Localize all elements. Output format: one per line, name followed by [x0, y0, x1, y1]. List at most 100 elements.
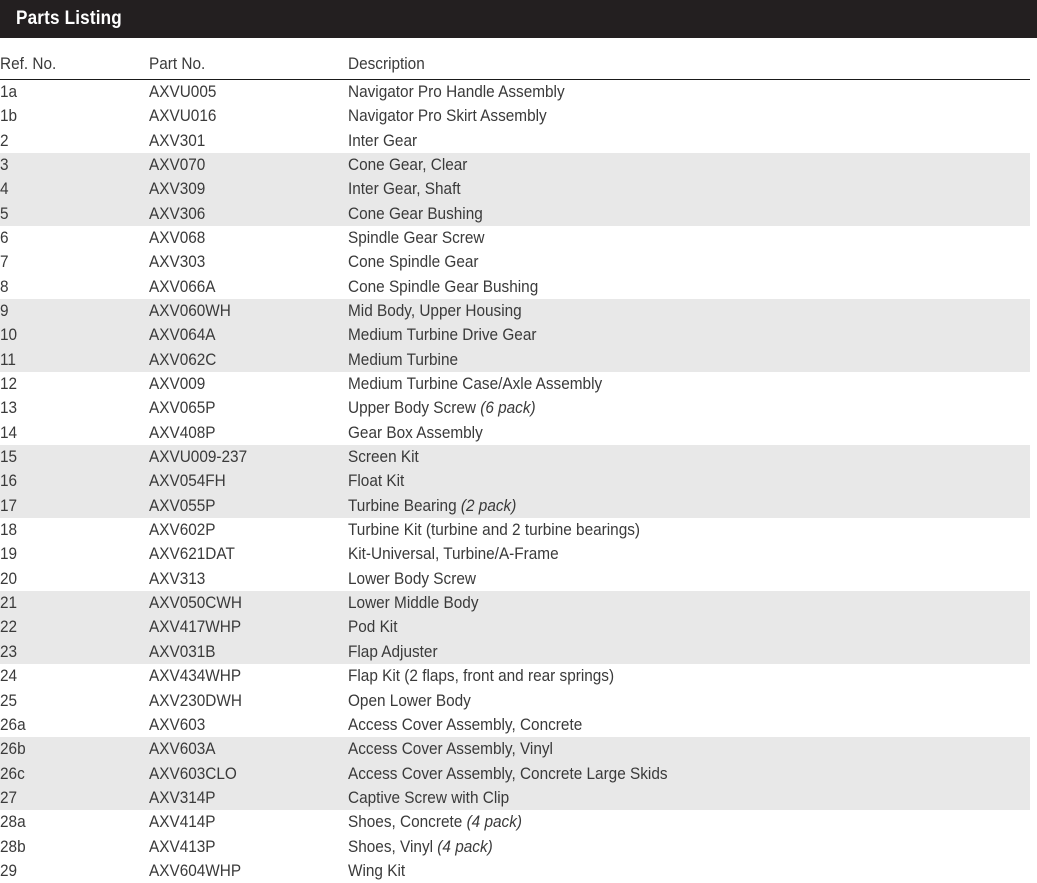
description-text: Medium Turbine	[348, 352, 458, 369]
cell-part-no: AXV009	[149, 372, 348, 396]
description-text: Gear Box Assembly	[348, 425, 483, 442]
cell-ref-no: 26c	[0, 762, 149, 786]
table-header: Ref. No. Part No. Description	[0, 38, 1030, 80]
part-no-text: AXV060WH	[149, 303, 231, 320]
part-no-text: AXV062C	[149, 352, 216, 369]
description-text: Cone Gear Bushing	[348, 206, 483, 223]
ref-no-text: 19	[0, 546, 17, 563]
cell-part-no: AXV060WH	[149, 299, 348, 323]
cell-ref-no: 7	[0, 250, 149, 274]
part-no-text: AXV414P	[149, 814, 216, 831]
cell-ref-no: 2	[0, 129, 149, 153]
cell-description: Float Kit	[348, 470, 1030, 494]
ref-no-text: 6	[0, 230, 9, 247]
cell-ref-no: 3	[0, 153, 149, 177]
cell-ref-no: 23	[0, 640, 149, 664]
cell-description: Mid Body, Upper Housing	[348, 299, 1030, 323]
description-main: Lower Body Screw	[348, 570, 476, 588]
table-row: 15AXVU009-237Screen Kit	[0, 445, 1030, 469]
cell-ref-no: 1a	[0, 80, 149, 105]
description-main: Mid Body, Upper Housing	[348, 302, 522, 320]
cell-description: Cone Spindle Gear	[348, 250, 1030, 274]
cell-description: Access Cover Assembly, Concrete Large Sk…	[348, 762, 1030, 786]
cell-description: Medium Turbine Drive Gear	[348, 323, 1030, 347]
table-row: 17AXV055PTurbine Bearing (2 pack)	[0, 494, 1030, 518]
part-no-text: AXV306	[149, 206, 205, 223]
part-no-text: AXV434WHP	[149, 668, 241, 685]
table-row: 21AXV050CWHLower Middle Body	[0, 591, 1030, 615]
cell-description: Turbine Kit (turbine and 2 turbine beari…	[348, 518, 1030, 542]
ref-no-text: 5	[0, 206, 9, 223]
table-row: 5 AXV306 Cone Gear Bushing	[0, 202, 1030, 226]
cell-description: Cone Spindle Gear Bushing	[348, 275, 1030, 299]
cell-part-no: AXV414P	[149, 810, 348, 834]
cell-description: Gear Box Assembly	[348, 421, 1030, 445]
part-no-text: AXV064A	[149, 327, 216, 344]
part-no-text: AXV314P	[149, 790, 216, 807]
table-row: 1aAXVU005 Navigator Pro Handle Assembly	[0, 80, 1030, 105]
cell-ref-no: 9	[0, 299, 149, 323]
description-main: Inter Gear	[348, 132, 417, 150]
cell-part-no: AXV070	[149, 153, 348, 177]
cell-part-no: AXV314P	[149, 786, 348, 810]
cell-ref-no: 24	[0, 664, 149, 688]
table-row: 26aAXV603Access Cover Assembly, Concrete	[0, 713, 1030, 737]
cell-part-no: AXVU005	[149, 80, 348, 105]
table-row: 1bAXVU016Navigator Pro Skirt Assembly	[0, 104, 1030, 128]
cell-ref-no: 1b	[0, 104, 149, 128]
description-text: Shoes, Vinyl (4 pack)	[348, 839, 493, 856]
description-text: Lower Body Screw	[348, 571, 476, 588]
description-text: Captive Screw with Clip	[348, 790, 509, 807]
cell-part-no: AXVU009-237	[149, 445, 348, 469]
table-row: 12AXV009Medium Turbine Case/Axle Assembl…	[0, 372, 1030, 396]
description-text: Access Cover Assembly, Concrete Large Sk…	[348, 766, 668, 783]
cell-part-no: AXV434WHP	[149, 664, 348, 688]
cell-part-no: AXV408P	[149, 421, 348, 445]
cell-part-no: AXV621DAT	[149, 543, 348, 567]
description-text: Flap Kit (2 flaps, front and rear spring…	[348, 668, 614, 685]
table-row: 27 AXV314P Captive Screw with Clip	[0, 786, 1030, 810]
table-row: 6AXV068Spindle Gear Screw	[0, 226, 1030, 250]
ref-no-text: 23	[0, 644, 17, 661]
cell-part-no: AXV603CLO	[149, 762, 348, 786]
ref-no-text: 20	[0, 571, 17, 588]
description-text: Navigator Pro Handle Assembly	[348, 84, 565, 101]
part-no-text: AXV050CWH	[149, 595, 242, 612]
cell-part-no: AXV050CWH	[149, 591, 348, 615]
cell-description: Access Cover Assembly, Vinyl	[348, 737, 1030, 761]
table-row: 7AXV303Cone Spindle Gear	[0, 250, 1030, 274]
cell-ref-no: 28a	[0, 810, 149, 834]
description-text: Inter Gear	[348, 133, 417, 150]
description-text: Cone Gear, Clear	[348, 157, 467, 174]
part-no-text: AXVU005	[149, 84, 216, 101]
cell-ref-no: 6	[0, 226, 149, 250]
ref-no-text: 2	[0, 133, 9, 150]
part-no-text: AXV301	[149, 133, 205, 150]
table-row: 3AXV070Cone Gear, Clear	[0, 153, 1030, 177]
cell-ref-no: 29	[0, 859, 149, 883]
part-no-text: AXV413P	[149, 839, 216, 856]
cell-description: Medium Turbine Case/Axle Assembly	[348, 372, 1030, 396]
ref-no-text: 10	[0, 327, 17, 344]
cell-part-no: AXV031B	[149, 640, 348, 664]
description-main: Open Lower Body	[348, 692, 471, 710]
cell-ref-no: 25	[0, 689, 149, 713]
cell-description: Lower Body Screw	[348, 567, 1030, 591]
cell-ref-no: 4	[0, 177, 149, 201]
cell-part-no: AXV066A	[149, 275, 348, 299]
cell-part-no: AXV303	[149, 250, 348, 274]
ref-no-text: 22	[0, 619, 17, 636]
description-main: Cone Gear Bushing	[348, 205, 483, 223]
part-no-text: AXVU009-237	[149, 449, 247, 466]
description-text: Spindle Gear Screw	[348, 230, 484, 247]
ref-no-text: 4	[0, 181, 9, 198]
description-main: Inter Gear, Shaft	[348, 180, 461, 198]
part-no-text: AXV603A	[149, 741, 216, 758]
part-no-text: AXV055P	[149, 498, 216, 515]
description-main: Shoes, Vinyl	[348, 838, 437, 856]
table-body: 1aAXVU005 Navigator Pro Handle Assembly 1b…	[0, 80, 1030, 883]
table-row: 16AXV054FHFloat Kit	[0, 470, 1030, 494]
table-row: 28aAXV414PShoes, Concrete (4 pack)	[0, 810, 1030, 834]
ref-no-text: 27	[0, 790, 17, 807]
cell-part-no: AXV413P	[149, 835, 348, 859]
